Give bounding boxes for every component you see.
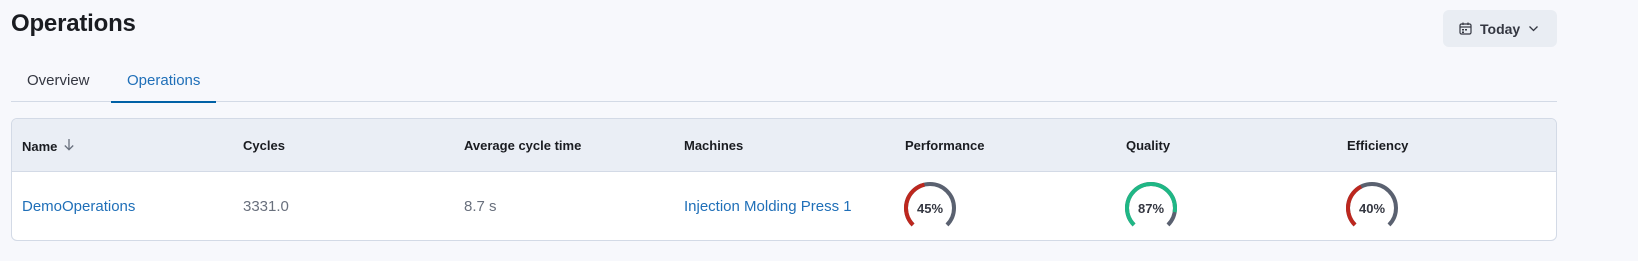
calendar-icon <box>1459 22 1472 35</box>
table-row: DemoOperations 3331.0 8.7 s Injection Mo… <box>12 172 1556 240</box>
column-header-cycles[interactable]: Cycles <box>243 138 285 153</box>
quality-gauge: 87% <box>1124 181 1178 227</box>
tab-overview[interactable]: Overview <box>11 72 106 102</box>
operations-page: Operations Today Overview Operations Nam… <box>0 0 1638 261</box>
performance-value: 45% <box>916 201 944 216</box>
column-header-name-label: Name <box>22 138 58 154</box>
tab-overview-label: Overview <box>27 72 90 89</box>
table-header: Name Cycles Average cycle time Machines … <box>12 119 1556 172</box>
date-range-button[interactable]: Today <box>1443 10 1557 47</box>
operations-table: Name Cycles Average cycle time Machines … <box>11 118 1557 241</box>
column-header-machines[interactable]: Machines <box>684 138 743 153</box>
tab-operations-label: Operations <box>127 72 201 89</box>
avg-cycle-time-cell: 8.7 s <box>464 198 497 215</box>
column-header-name[interactable]: Name <box>22 138 75 154</box>
efficiency-gauge: 40% <box>1345 181 1399 227</box>
column-header-efficiency[interactable]: Efficiency <box>1347 138 1408 153</box>
tab-bar: Overview Operations <box>11 64 1557 103</box>
column-header-quality[interactable]: Quality <box>1126 138 1170 153</box>
operation-name-link[interactable]: DemoOperations <box>22 198 135 215</box>
performance-gauge: 45% <box>903 181 957 227</box>
chevron-down-icon <box>1528 23 1539 34</box>
column-header-performance[interactable]: Performance <box>905 138 984 153</box>
machine-link[interactable]: Injection Molding Press 1 <box>684 198 852 215</box>
date-range-label: Today <box>1480 20 1521 37</box>
page-title: Operations <box>11 10 136 37</box>
tab-operations[interactable]: Operations <box>111 72 217 103</box>
arrow-down-icon <box>63 138 75 154</box>
quality-value: 87% <box>1137 201 1165 216</box>
efficiency-value: 40% <box>1358 201 1386 216</box>
column-header-avg-cycle-time[interactable]: Average cycle time <box>464 138 581 153</box>
cycles-cell: 3331.0 <box>243 198 289 215</box>
